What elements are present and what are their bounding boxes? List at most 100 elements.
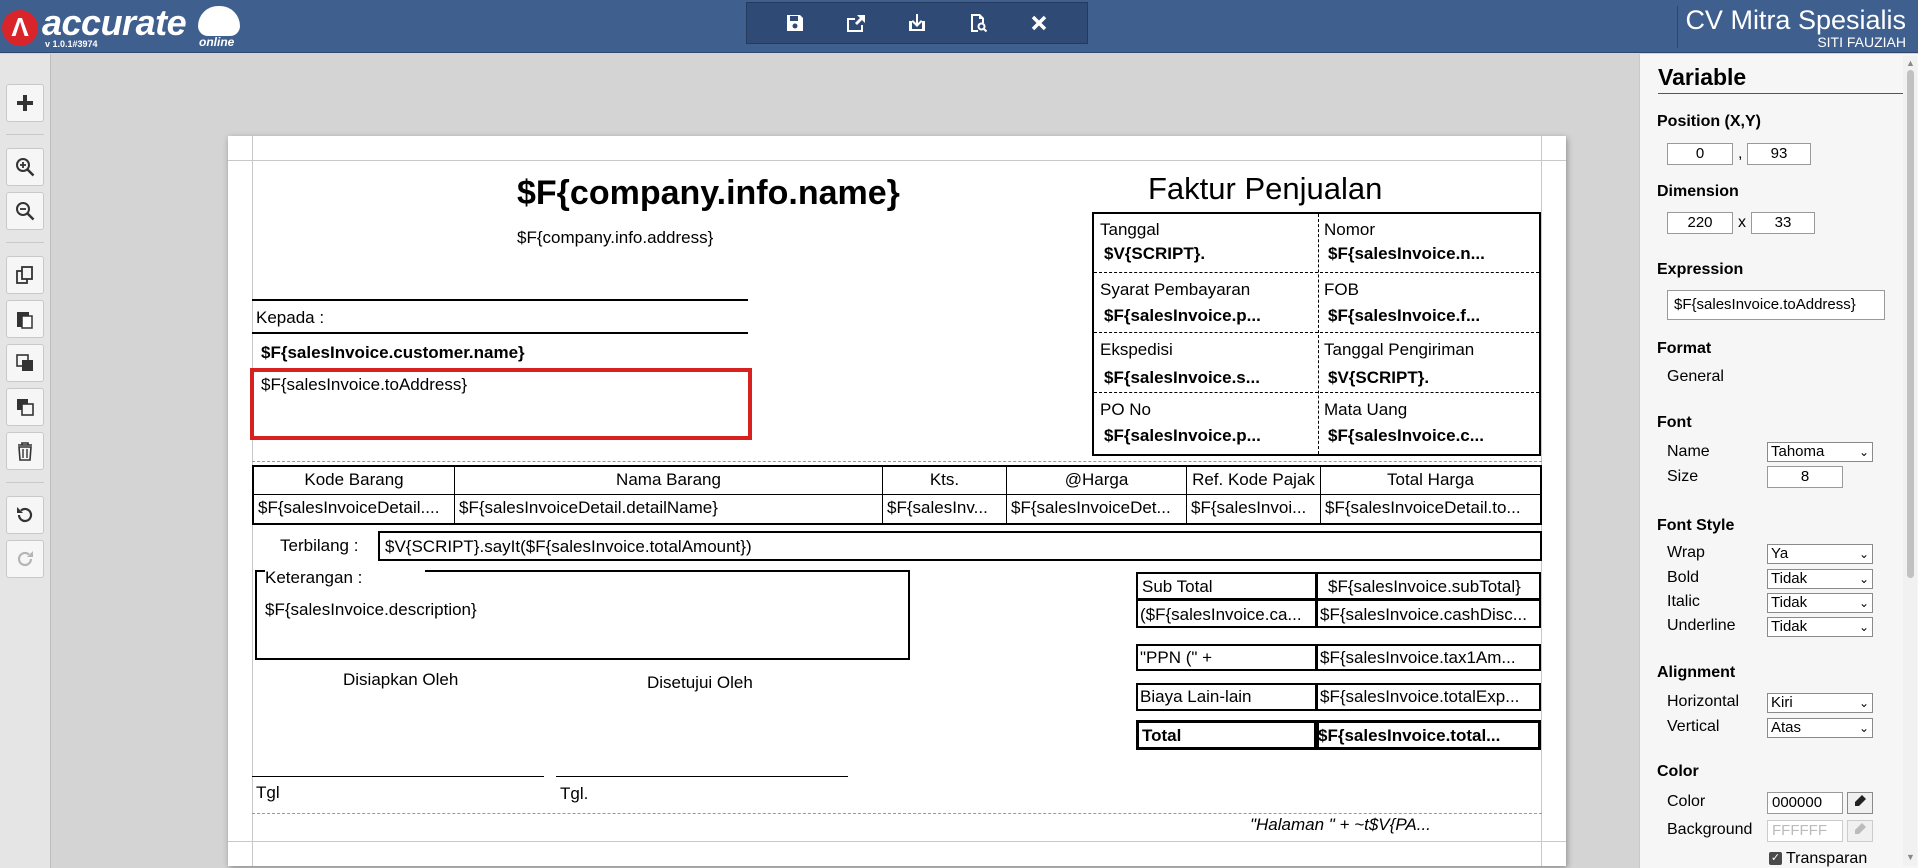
- syarat-label[interactable]: Syarat Pembayaran: [1100, 280, 1312, 300]
- font-name-select[interactable]: Tahoma ⌄: [1767, 442, 1873, 462]
- table-cell[interactable]: $F{salesInvoiceDet...: [1011, 498, 1183, 518]
- total-value[interactable]: $F{salesInvoice.total...: [1318, 726, 1538, 746]
- wrap-select[interactable]: Ya ⌄: [1767, 544, 1873, 564]
- nomor-value[interactable]: $F{salesInvoice.n...: [1328, 244, 1534, 264]
- company-address-field[interactable]: $F{company.info.address}: [517, 228, 817, 248]
- ppn-label[interactable]: "PPN (" +: [1140, 648, 1314, 668]
- preview-icon[interactable]: [960, 5, 996, 41]
- zoom-out-icon[interactable]: [6, 192, 44, 230]
- subtotal-value[interactable]: $F{salesInvoice.subTotal}: [1328, 577, 1538, 597]
- design-canvas[interactable]: $F{company.info.name} $F{company.info.ad…: [52, 54, 1638, 868]
- table-cell[interactable]: $F{salesInv...: [887, 498, 1003, 518]
- add-icon[interactable]: [6, 84, 44, 122]
- customer-name-field[interactable]: $F{salesInvoice.customer.name}: [261, 343, 581, 363]
- transparan-checkbox[interactable]: ✓: [1769, 852, 1782, 865]
- position-x-input[interactable]: 0: [1667, 143, 1733, 165]
- syarat-value[interactable]: $F{salesInvoice.p...: [1104, 306, 1314, 326]
- scroll-thumb[interactable]: [1907, 70, 1914, 578]
- report-title[interactable]: Faktur Penjualan: [1148, 170, 1448, 208]
- delete-icon[interactable]: [6, 432, 44, 470]
- italic-select[interactable]: Tidak ⌄: [1767, 593, 1873, 613]
- ekspedisi-value[interactable]: $F{salesInvoice.s...: [1104, 368, 1314, 388]
- fob-label[interactable]: FOB: [1324, 280, 1534, 300]
- fob-value[interactable]: $F{salesInvoice.f...: [1328, 306, 1534, 326]
- tanggal-label[interactable]: Tanggal: [1100, 220, 1310, 240]
- biaya-label[interactable]: Biaya Lain-lain: [1140, 687, 1314, 707]
- po-value[interactable]: $F{salesInvoice.p...: [1104, 426, 1314, 446]
- disiapkan-label[interactable]: Disiapkan Oleh: [343, 670, 543, 690]
- table-cell[interactable]: $F{salesInvoiceDetail.to...: [1325, 498, 1537, 518]
- background-input[interactable]: FFFFFF: [1767, 820, 1843, 842]
- biaya-value[interactable]: $F{salesInvoice.totalExp...: [1320, 687, 1538, 707]
- terbilang-value[interactable]: $V{SCRIPT}.sayIt($F{salesInvoice.totalAm…: [385, 537, 1085, 557]
- export-icon[interactable]: [838, 5, 874, 41]
- panel-scrollbar[interactable]: ▲ ▼: [1903, 56, 1917, 866]
- ekspedisi-label[interactable]: Ekspedisi: [1100, 340, 1310, 360]
- ppn-value[interactable]: $F{salesInvoice.tax1Am...: [1320, 648, 1538, 668]
- accurate-logo[interactable]: Λ accurate online v 1.0.1#3974: [2, 2, 242, 50]
- mata-uang-label[interactable]: Mata Uang: [1324, 400, 1534, 420]
- zoom-in-icon[interactable]: [6, 148, 44, 186]
- kepada-label[interactable]: Kepada :: [256, 308, 456, 328]
- redo-icon[interactable]: [6, 540, 44, 578]
- close-icon[interactable]: [1021, 5, 1057, 41]
- column-header[interactable]: Kode Barang: [254, 470, 454, 490]
- report-page[interactable]: $F{company.info.name} $F{company.info.ad…: [228, 136, 1566, 866]
- scroll-down-icon[interactable]: ▼: [1906, 852, 1915, 862]
- tgl-label[interactable]: Tgl.: [560, 784, 660, 804]
- column-header[interactable]: Total Harga: [1321, 470, 1540, 490]
- column-header[interactable]: Kts.: [883, 470, 1006, 490]
- paste-icon[interactable]: [6, 300, 44, 338]
- bring-front-icon[interactable]: [6, 344, 44, 382]
- save-icon[interactable]: [777, 5, 813, 41]
- to-address-field[interactable]: $F{salesInvoice.toAddress}: [261, 375, 561, 395]
- copy-icon[interactable]: [6, 256, 44, 294]
- import-icon[interactable]: [899, 5, 935, 41]
- position-y-input[interactable]: 93: [1747, 143, 1811, 165]
- format-value[interactable]: General: [1667, 368, 1724, 386]
- expression-input[interactable]: $F{salesInvoice.toAddress}: [1667, 290, 1885, 320]
- subtotal-label[interactable]: Sub Total: [1142, 577, 1312, 597]
- bold-select[interactable]: Tidak ⌄: [1767, 569, 1873, 589]
- page-number-field[interactable]: "Halaman " + ~t$V{PA...: [1250, 815, 1462, 835]
- line[interactable]: [252, 776, 544, 777]
- discount-label[interactable]: ($F{salesInvoice.ca...: [1140, 605, 1314, 625]
- tgl-kirim-label[interactable]: Tanggal Pengiriman: [1324, 340, 1536, 360]
- table-cell[interactable]: $F{salesInvoiceDetail.detailName}: [459, 498, 879, 518]
- keterangan-label[interactable]: Keterangan :: [265, 568, 425, 588]
- description-field[interactable]: $F{salesInvoice.description}: [265, 600, 565, 620]
- table-cell[interactable]: $F{salesInvoiceDetail....: [258, 498, 451, 518]
- column-header[interactable]: @Harga: [1007, 470, 1186, 490]
- scroll-up-icon[interactable]: ▲: [1906, 58, 1915, 68]
- line[interactable]: [556, 776, 848, 777]
- nomor-label[interactable]: Nomor: [1324, 220, 1534, 240]
- tgl-label[interactable]: Tgl: [256, 783, 356, 803]
- terbilang-label[interactable]: Terbilang :: [280, 536, 390, 556]
- background-picker-icon[interactable]: [1847, 820, 1873, 842]
- dimension-height-input[interactable]: 33: [1751, 212, 1815, 234]
- color-picker-icon[interactable]: [1847, 792, 1873, 814]
- total-label[interactable]: Total: [1142, 726, 1312, 746]
- column-header[interactable]: Nama Barang: [455, 470, 882, 490]
- font-size-input[interactable]: 8: [1767, 466, 1843, 488]
- mata-uang-value[interactable]: $F{salesInvoice.c...: [1328, 426, 1534, 446]
- company-name-field[interactable]: $F{company.info.name}: [517, 173, 957, 213]
- detail-table[interactable]: Kode Barang Nama Barang Kts. @Harga Ref.…: [252, 465, 1542, 525]
- horizontal-select[interactable]: Kiri ⌄: [1767, 693, 1873, 713]
- color-input[interactable]: 000000: [1767, 792, 1843, 814]
- send-back-icon[interactable]: [6, 388, 44, 426]
- po-label[interactable]: PO No: [1100, 400, 1310, 420]
- undo-icon[interactable]: [6, 496, 44, 534]
- discount-value[interactable]: $F{salesInvoice.cashDisc...: [1320, 605, 1538, 625]
- underline-select[interactable]: Tidak ⌄: [1767, 617, 1873, 637]
- dimension-width-input[interactable]: 220: [1667, 212, 1733, 234]
- line[interactable]: [252, 332, 748, 334]
- disetujui-label[interactable]: Disetujui Oleh: [647, 673, 847, 693]
- line[interactable]: [252, 299, 748, 301]
- tgl-kirim-value[interactable]: $V{SCRIPT}.: [1328, 368, 1534, 388]
- tanggal-value[interactable]: $V{SCRIPT}.: [1104, 244, 1314, 264]
- invoice-info-box[interactable]: Tanggal $V{SCRIPT}. Nomor $F{salesInvoic…: [1092, 212, 1541, 456]
- column-header[interactable]: Ref. Kode Pajak: [1187, 470, 1320, 490]
- vertical-select[interactable]: Atas ⌄: [1767, 718, 1873, 738]
- table-cell[interactable]: $F{salesInvoi...: [1191, 498, 1317, 518]
